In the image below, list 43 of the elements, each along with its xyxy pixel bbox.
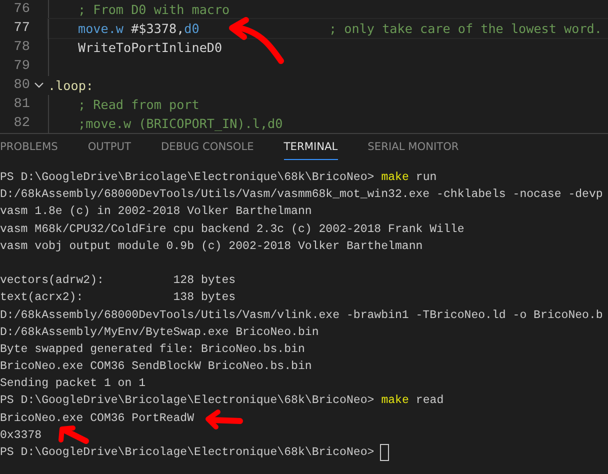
line-number: 78 (12, 39, 30, 57)
terminal-output: Sending packet 1 on 1 (0, 376, 146, 392)
terminal-output: vasm M68k/CPU32/ColdFire cpu backend 2.3c (c) 2002-2018 Frank Wille (0, 222, 464, 238)
panel-tab[interactable]: DEBUG CONSOLE (161, 135, 254, 160)
line-number: 77 (12, 20, 30, 38)
terminal-command: make (381, 170, 409, 186)
terminal-output: 0x3378 (0, 428, 42, 444)
chevron-icon[interactable] (34, 82, 44, 89)
terminal-output: vasm 1.8e (c) in 2002-2018 Volker Barthelmann (0, 204, 312, 220)
terminal-output: Byte swapped generated file: BricoNeo.bs.bin (0, 342, 305, 358)
terminal-argument: run (416, 170, 437, 186)
terminal-output: D:/68kAssembly/MyEnv/ByteSwap.exe BricoNeo.bin (0, 324, 319, 341)
line-number: 79 (12, 58, 30, 76)
terminal-prompt: PS D:\GoogleDrive\Bricolage\Electronique\68k\BricoNeo> (0, 170, 374, 186)
panel-tab[interactable]: TERMINAL (284, 135, 338, 160)
annotation-arrow (206, 410, 243, 430)
terminal-output: vectors(adrw2): 128 bytes (0, 273, 236, 290)
line-number: 76 (12, 1, 30, 19)
terminal-output: vasm vobj output module 0.9b (c) 2002-2018 Volker Barthelmann (0, 238, 423, 255)
terminal-output: text(acrx2): 138 bytes (0, 290, 236, 306)
terminal-command: make (381, 393, 409, 410)
line-number: 81 (12, 96, 30, 114)
code-line: WriteToPortInlineD0 (78, 39, 222, 57)
terminal-argument: read (416, 393, 444, 410)
terminal-output: D:/68kAssembly/68000DevTools/Utils/Vasm/vasmm68k_mot_win32.exe -chklabels -nocase -devp (0, 187, 603, 204)
code-line: ;move.w (BRICOPORT_IN).l,d0 (78, 115, 283, 133)
panel-tab[interactable]: PROBLEMS (0, 135, 58, 160)
terminal-output: D:/68kAssembly/68000DevTools/Utils/Vasm/vlink.exe -brawbin1 -TBricoNeo.ld -o BricoNeo.b (0, 308, 603, 324)
line-number: 82 (12, 115, 30, 133)
code-line: ; Read from port (78, 96, 200, 114)
terminal-output: BricoNeo.exe COM36 PortReadW (0, 410, 194, 427)
code-line: ; From D0 with macro (78, 1, 230, 19)
line-number: 80 (12, 77, 30, 95)
annotation-arrow (58, 426, 89, 444)
code-line: .loop: (48, 77, 94, 95)
terminal-output: BricoNeo.exe COM36 SendBlockW BricoNeo.bs.bin (0, 359, 312, 376)
terminal-prompt: PS D:\GoogleDrive\Bricolage\Electronique\68k\BricoNeo> (0, 393, 374, 410)
terminal-prompt: PS D:\GoogleDrive\Bricolage\Electronique\68k\BricoNeo> (0, 445, 374, 461)
panel-tab[interactable]: OUTPUT (88, 135, 132, 160)
annotation-arrow (229, 17, 284, 64)
code-line: move.w #$3378,d0 (78, 20, 200, 38)
panel-tab[interactable]: SERIAL MONITOR (368, 135, 459, 160)
code-comment: ; only take care of the lowest word. (329, 20, 602, 38)
